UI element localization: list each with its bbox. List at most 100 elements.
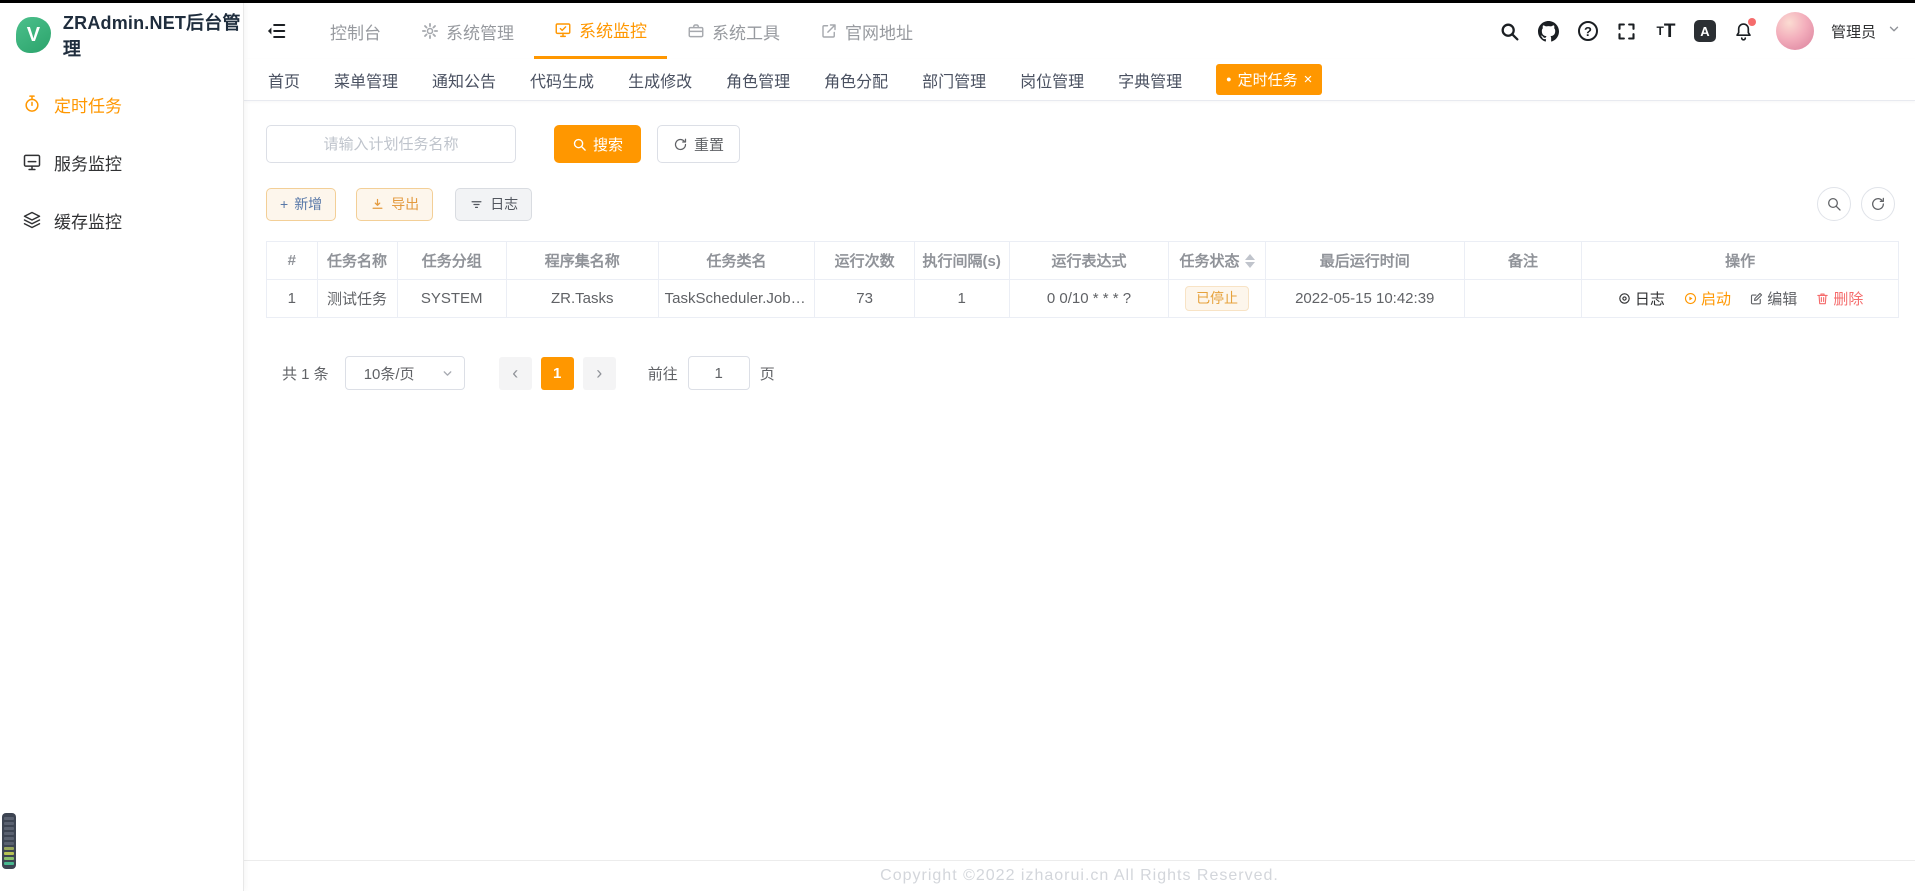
sort-icon[interactable] bbox=[1245, 254, 1255, 268]
sidebar-item-scheduled-tasks[interactable]: 定时任务 bbox=[0, 75, 243, 133]
nav-item-label: 系统工具 bbox=[712, 19, 780, 44]
chevron-right-icon: › bbox=[596, 363, 602, 384]
sidebar-fold-button[interactable] bbox=[262, 17, 290, 45]
help-button[interactable]: ? bbox=[1573, 16, 1603, 46]
main-area: 控制台 系统管理 系统监控 系统工具 官网 bbox=[244, 3, 1915, 891]
log-button[interactable]: 日志 bbox=[455, 188, 532, 221]
tab-code-generation[interactable]: 代码生成 bbox=[530, 68, 594, 92]
total-count: 共 1 条 bbox=[282, 363, 329, 384]
row-log-button[interactable]: 日志 bbox=[1617, 288, 1665, 309]
nav-item-system-tools[interactable]: 系统工具 bbox=[667, 3, 800, 59]
chevron-down-icon bbox=[1887, 22, 1901, 36]
font-size-big-icon: T bbox=[1664, 22, 1676, 41]
question-icon: ? bbox=[1578, 21, 1598, 41]
tab-post-management[interactable]: 岗位管理 bbox=[1020, 68, 1084, 92]
page-size-select[interactable]: 10条/页 bbox=[345, 356, 465, 390]
chevron-left-icon: ‹ bbox=[512, 363, 518, 384]
translate-button[interactable]: A bbox=[1690, 16, 1720, 46]
github-icon bbox=[1538, 21, 1559, 42]
screen-icon bbox=[554, 21, 572, 39]
prev-page-button[interactable]: ‹ bbox=[499, 357, 532, 390]
mini-equalizer-widget[interactable] bbox=[2, 813, 16, 869]
top-navbar: 控制台 系统管理 系统监控 系统工具 官网 bbox=[244, 3, 1915, 59]
sidebar-item-label: 定时任务 bbox=[54, 92, 122, 117]
sidebar-item-cache-monitor[interactable]: 缓存监控 bbox=[0, 191, 243, 249]
user-menu-button[interactable] bbox=[1887, 22, 1901, 41]
tab-scheduled-tasks[interactable]: ● 定时任务 × bbox=[1216, 64, 1322, 95]
tags-view-bar: 首页 菜单管理 通知公告 代码生成 生成修改 角色管理 角色分配 部门管理 岗位… bbox=[244, 59, 1915, 101]
nav-item-official-site[interactable]: 官网地址 bbox=[800, 3, 933, 59]
app-logo-row[interactable]: V ZRAdmin.NET后台管理 bbox=[0, 3, 243, 67]
cell-remark bbox=[1464, 280, 1582, 318]
nav-item-system-monitor[interactable]: 系统监控 bbox=[534, 3, 667, 59]
table-row[interactable]: 1 测试任务 SYSTEM ZR.Tasks TaskScheduler.Job… bbox=[267, 280, 1899, 318]
tab-role-assignment[interactable]: 角色分配 bbox=[824, 68, 888, 92]
tab-generation-edit[interactable]: 生成修改 bbox=[628, 68, 692, 92]
export-button[interactable]: 导出 bbox=[356, 188, 433, 221]
tasks-table: # 任务名称 任务分组 程序集名称 任务类名 运行次数 执行间隔(s) 运行表达… bbox=[266, 241, 1899, 318]
font-size-button[interactable]: TT bbox=[1651, 16, 1681, 46]
column-header-class: 任务类名 bbox=[658, 242, 815, 280]
nav-item-console[interactable]: 控制台 bbox=[310, 3, 401, 59]
fold-icon bbox=[265, 20, 287, 42]
table-toolbar: + 新增 导出 日志 bbox=[266, 187, 1899, 221]
font-size-small-icon: T bbox=[1657, 25, 1664, 37]
cell-status: 已停止 bbox=[1169, 280, 1265, 318]
column-header-run-count: 运行次数 bbox=[815, 242, 915, 280]
cell-last-run: 2022-05-15 10:42:39 bbox=[1265, 280, 1464, 318]
translate-icon: A bbox=[1694, 20, 1716, 42]
sidebar-item-service-monitor[interactable]: 服务监控 bbox=[0, 133, 243, 191]
cell-index: 1 bbox=[267, 280, 318, 318]
cell-task-name: 测试任务 bbox=[317, 280, 397, 318]
pagination: 共 1 条 10条/页 ‹ 1 › 前往 页 bbox=[266, 356, 1899, 390]
add-button[interactable]: + 新增 bbox=[266, 188, 336, 221]
user-name[interactable]: 管理员 bbox=[1831, 21, 1876, 42]
edit-icon bbox=[1749, 291, 1764, 306]
tab-dict-management[interactable]: 字典管理 bbox=[1118, 68, 1182, 92]
navbar-right-tools: ? TT A bbox=[1495, 3, 1901, 59]
avatar[interactable] bbox=[1776, 12, 1814, 50]
tab-department-management[interactable]: 部门管理 bbox=[922, 68, 986, 92]
column-header-status[interactable]: 任务状态 bbox=[1169, 242, 1265, 280]
github-button[interactable] bbox=[1534, 16, 1564, 46]
tab-home[interactable]: 首页 bbox=[268, 68, 300, 92]
nav-item-label: 系统监控 bbox=[579, 17, 647, 42]
search-button[interactable]: 搜索 bbox=[554, 125, 641, 163]
fullscreen-button[interactable] bbox=[1612, 16, 1642, 46]
row-start-button[interactable]: 启动 bbox=[1683, 288, 1731, 309]
tab-role-management[interactable]: 角色管理 bbox=[726, 68, 790, 92]
header-search-button[interactable] bbox=[1495, 16, 1525, 46]
row-edit-button[interactable]: 编辑 bbox=[1749, 288, 1797, 309]
sidebar: V ZRAdmin.NET后台管理 定时任务 服务监控 缓存监控 bbox=[0, 3, 244, 891]
sidebar-menu: 定时任务 服务监控 缓存监控 bbox=[0, 75, 243, 249]
goto-label: 前往 bbox=[648, 363, 678, 384]
column-header-assembly: 程序集名称 bbox=[506, 242, 658, 280]
task-name-input[interactable] bbox=[266, 125, 516, 163]
plus-icon: + bbox=[280, 196, 288, 212]
status-badge: 已停止 bbox=[1185, 286, 1249, 311]
goto-page-input[interactable] bbox=[688, 356, 750, 390]
page-number-1[interactable]: 1 bbox=[541, 357, 574, 390]
refresh-icon bbox=[1870, 196, 1886, 212]
page-unit-label: 页 bbox=[760, 363, 775, 384]
nav-item-label: 系统管理 bbox=[446, 19, 514, 44]
toolbox-icon bbox=[687, 22, 705, 40]
column-header-last-run: 最后运行时间 bbox=[1265, 242, 1464, 280]
row-delete-button[interactable]: 删除 bbox=[1815, 288, 1863, 309]
cell-interval: 1 bbox=[914, 280, 1009, 318]
nav-item-label: 控制台 bbox=[330, 19, 381, 44]
show-search-button[interactable] bbox=[1817, 187, 1851, 221]
page-content: 搜索 重置 + 新增 导出 bbox=[244, 101, 1915, 860]
cell-class: TaskScheduler.Job_... bbox=[658, 280, 815, 318]
search-icon bbox=[572, 137, 587, 152]
tab-menu-management[interactable]: 菜单管理 bbox=[334, 68, 398, 92]
refresh-table-button[interactable] bbox=[1861, 187, 1895, 221]
tab-notice[interactable]: 通知公告 bbox=[432, 68, 496, 92]
reset-button[interactable]: 重置 bbox=[657, 125, 740, 163]
tab-label: 定时任务 bbox=[1238, 69, 1298, 90]
notification-button[interactable] bbox=[1729, 16, 1759, 46]
next-page-button[interactable]: › bbox=[583, 357, 616, 390]
nav-item-system-management[interactable]: 系统管理 bbox=[401, 3, 534, 59]
close-icon[interactable]: × bbox=[1304, 72, 1313, 87]
column-header-interval: 执行间隔(s) bbox=[914, 242, 1009, 280]
